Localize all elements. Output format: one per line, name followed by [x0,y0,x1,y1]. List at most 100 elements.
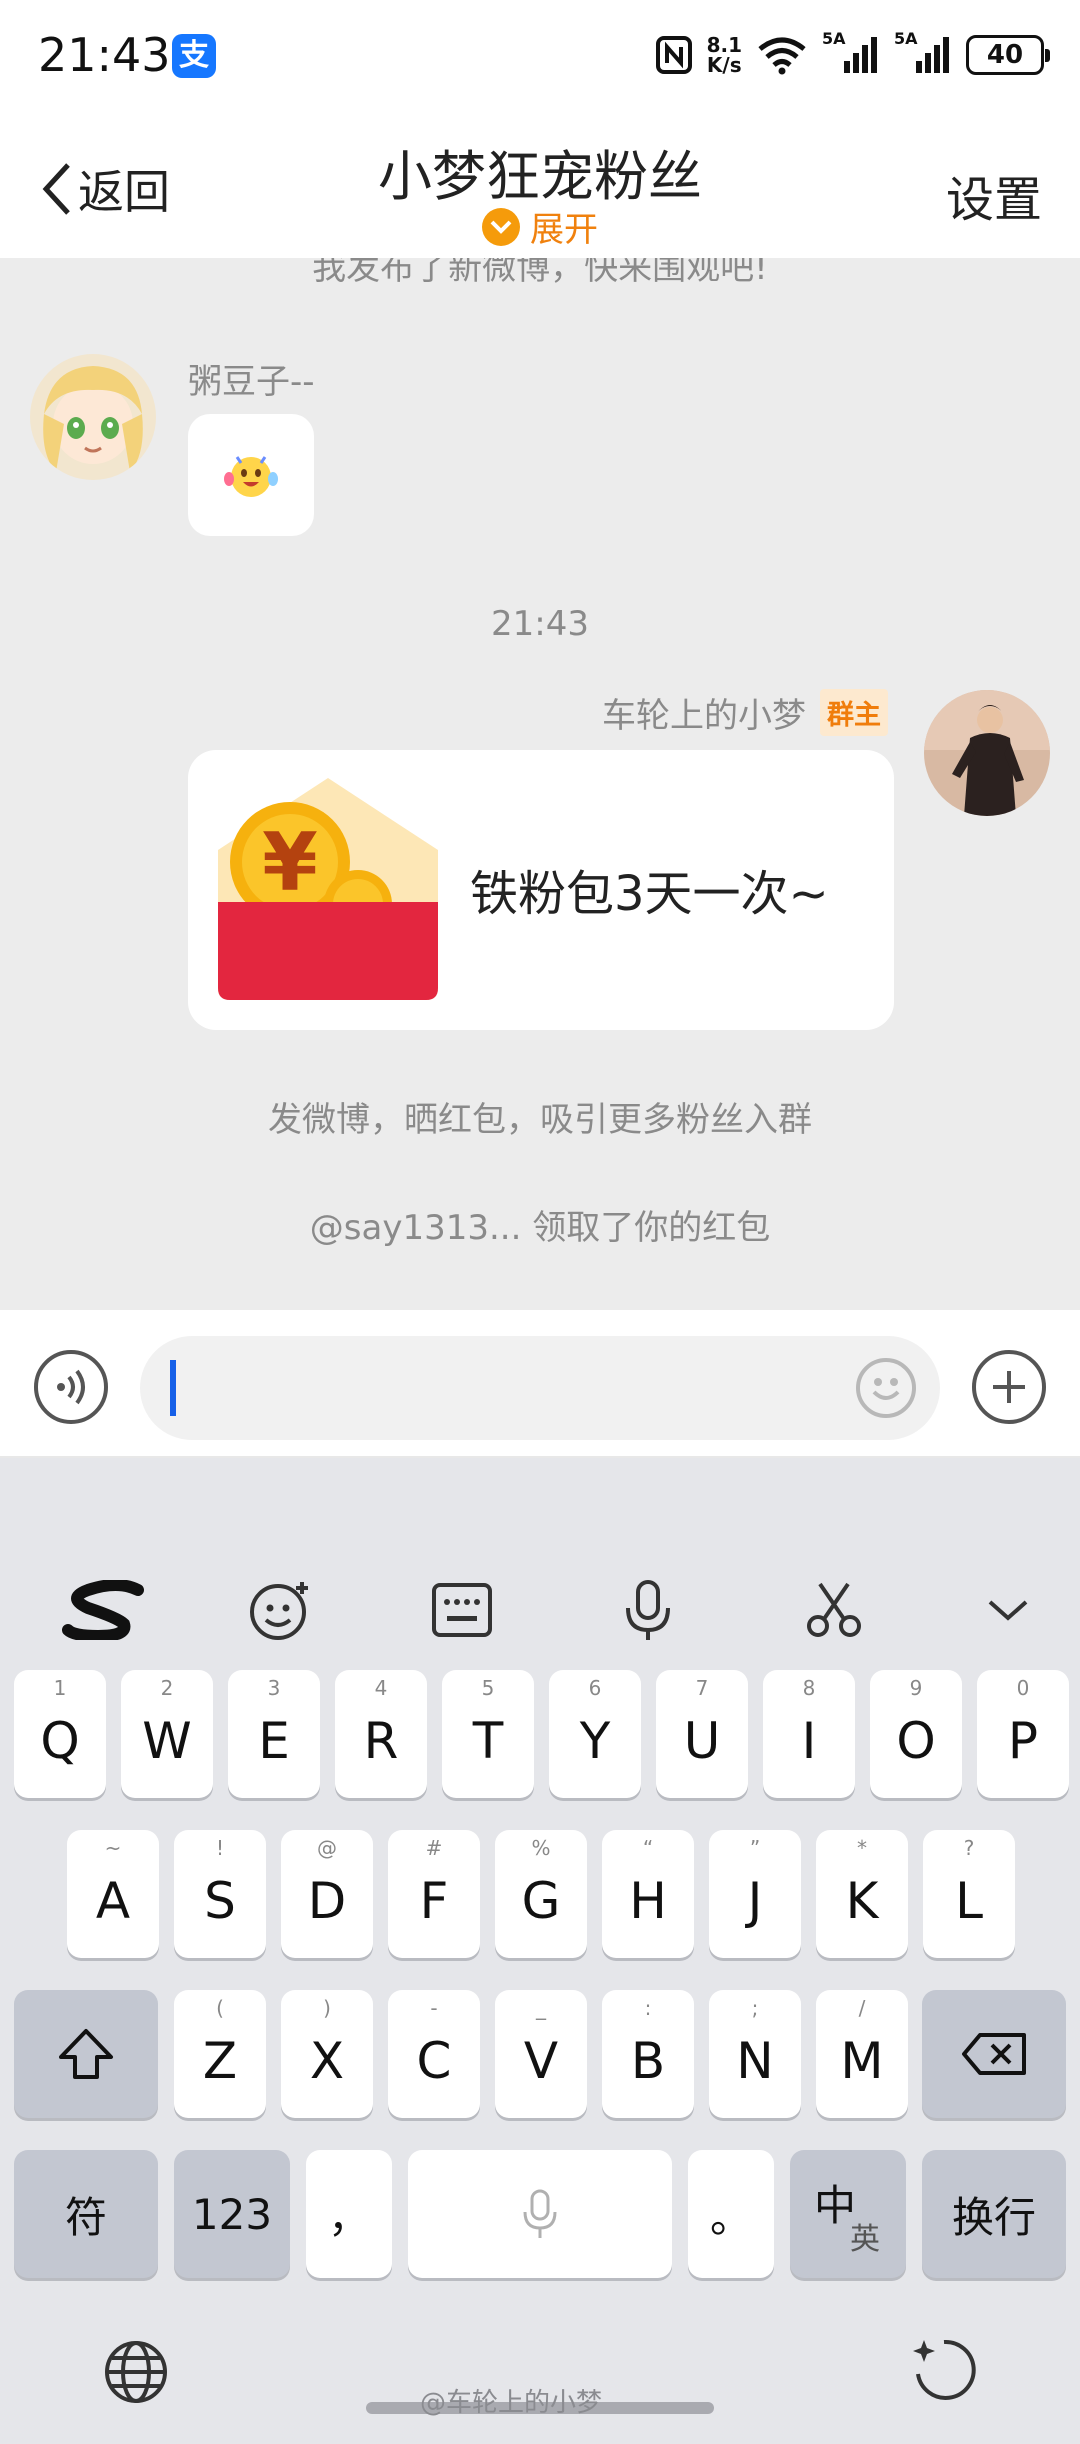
net-speed: 8.1 K/s [707,35,742,75]
sticker-button[interactable] [244,1574,316,1646]
numbers-key[interactable]: 123 [174,2150,290,2278]
expand-label: 展开 [530,210,598,250]
sender-name: 粥豆子-- [188,362,315,402]
enter-key-label: 换行 [951,2192,1036,2242]
voice-icon [57,1369,85,1405]
key-x[interactable]: ) X [281,1990,373,2118]
sticker-message[interactable] [188,414,314,536]
key-q[interactable]: 1Q [14,1670,106,1798]
key-p[interactable]: 0P [977,1670,1069,1798]
key-u[interactable]: 7U [656,1670,748,1798]
key-label: H [629,1872,667,1930]
status-icons: 8.1 K/s 5A 5A 40 [655,29,1050,80]
voice-typing-button[interactable] [612,1574,684,1646]
wifi-icon [758,37,806,75]
key-hint: : [644,1996,652,2020]
key-i[interactable]: 8I [763,1670,855,1798]
system-message: 发微博，晒红包，吸引更多粉丝入群 [268,1100,812,1140]
shift-icon [59,2029,113,2079]
key-o[interactable]: 9O [870,1670,962,1798]
key-r[interactable]: 4R [335,1670,427,1798]
key-h[interactable]: “H [602,1830,694,1958]
key-e[interactable]: 3E [228,1670,320,1798]
key-hint: _ [536,1996,546,2020]
key-label: R [363,1712,399,1770]
settings-button[interactable]: 设置 [946,160,1042,230]
key-d[interactable]: @ D [281,1830,373,1958]
key-n[interactable]: ; N [709,1990,801,2118]
message-timestamp: 21:43 [491,604,589,644]
enter-key[interactable]: 换行 [922,2150,1066,2278]
key-label: W [142,1712,192,1770]
avatar[interactable] [924,690,1050,816]
key-b[interactable]: :B [602,1990,694,2118]
key-label: F [419,1872,449,1930]
red-packet-icon: ¥ [218,778,438,1000]
key-t[interactable]: 5T [442,1670,534,1798]
key-label: Y [579,1712,611,1770]
key-w[interactable]: 2W [121,1670,213,1798]
key-hint: 9 [909,1676,923,1700]
key-c[interactable]: -C [388,1990,480,2118]
shift-key[interactable] [14,1990,158,2118]
key-g[interactable]: % G [495,1830,587,1958]
comma-key[interactable]: ， [306,2150,392,2278]
watermark: @车轮上的小梦 [420,2388,603,2418]
clipboard-button[interactable] [798,1574,870,1646]
symbols-key[interactable]: 符 [14,2150,158,2278]
key-label: Z [202,2032,238,2090]
voice-input-button[interactable] [34,1350,108,1424]
expand-button[interactable]: 展开 [0,202,1080,251]
keyboard-icon [432,1583,492,1637]
hide-keyboard-button[interactable] [972,1574,1044,1646]
chat-area[interactable]: 我发布了新微博，快来围观吧! 粥豆子-- 21:43 车轮上的小梦 群主 ¥ 铁… [0,258,1080,1310]
key-v[interactable]: _ V [495,1990,587,2118]
backspace-key[interactable] [922,1990,1066,2118]
key-label: E [258,1712,290,1770]
key-label: G [521,1872,561,1930]
key-hint: “ [642,1836,654,1860]
bottom-bar: @车轮上的小梦 [0,2288,1080,2444]
period-key[interactable]: 。 [688,2150,774,2278]
red-packet-message[interactable]: ¥ 铁粉包3天一次~ [188,750,894,1030]
battery-icon: 40 [966,35,1050,75]
language-switch-key[interactable]: 中 英 [790,2150,906,2278]
key-hint: ! [215,1836,225,1860]
swype-icon [62,1580,144,1640]
avatar[interactable] [30,354,156,480]
key-m[interactable]: / M [816,1990,908,2118]
scissors-icon [807,1582,861,1637]
key-f[interactable]: # F [388,1830,480,1958]
red-packet-title: 铁粉包3天一次~ [470,866,829,922]
more-options-button[interactable] [972,1350,1046,1424]
emoji-button[interactable] [856,1358,916,1418]
sender-name: 车轮上的小梦 [602,696,806,736]
key-y[interactable]: 6Y [549,1670,641,1798]
chevron-down-icon [482,207,520,246]
hide-keyboard-icon [988,1600,1028,1621]
space-key[interactable] [408,2150,672,2278]
key-a[interactable]: ~ A [67,1830,159,1958]
period-key-label: 。 [709,2192,752,2242]
key-label: C [416,2032,452,2090]
key-k[interactable]: * K [816,1830,908,1958]
emoji-sticker-icon [224,456,278,497]
swype-button[interactable] [56,1574,156,1646]
signal-icon-1: 5A [822,29,880,75]
key-label: T [472,1712,504,1770]
group-title: 小梦狂宠粉丝 [378,145,702,208]
key-s[interactable]: ! S [174,1830,266,1958]
key-label: J [747,1872,763,1930]
key-hint: # [425,1836,443,1860]
key-z[interactable]: (Z [174,1990,266,2118]
key-l[interactable]: ? L [923,1830,1015,1958]
key-label: X [309,2032,345,2090]
key-hint: 6 [588,1676,602,1700]
key-hint: ? [963,1836,975,1860]
key-hint: 0 [1016,1676,1030,1700]
key-j[interactable]: ” J [709,1830,801,1958]
message-input[interactable] [140,1336,940,1440]
key-hint: 2 [160,1676,174,1700]
keyboard-layout-button[interactable] [426,1574,498,1646]
signal-icon-2: 5A [894,29,952,75]
